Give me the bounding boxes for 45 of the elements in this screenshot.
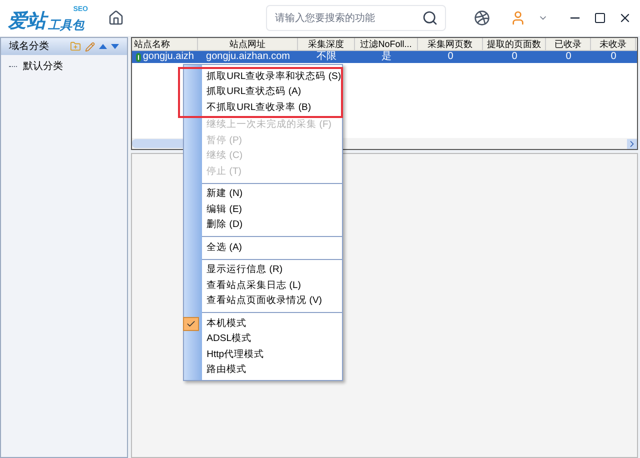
maximize-icon[interactable]: [594, 12, 606, 24]
scroll-right-icon[interactable]: [627, 138, 637, 148]
down-icon[interactable]: [111, 44, 119, 49]
search-icon[interactable]: [422, 10, 438, 26]
menu-item[interactable]: 抓取URL查收录率和状态码 (S): [202, 70, 341, 84]
menu-item[interactable]: Http代理模式: [202, 348, 264, 362]
table-cell: 0: [566, 51, 572, 63]
logo-text: 爱站: [8, 12, 46, 30]
menu-item[interactable]: 路由模式: [202, 363, 247, 378]
up-icon[interactable]: [99, 44, 107, 49]
menu-item[interactable]: 全选 (A): [202, 240, 242, 255]
logo-subtext: 工具包: [48, 18, 84, 30]
column-header[interactable]: 已收录: [546, 38, 591, 50]
menu-item[interactable]: 删除 (D): [202, 218, 242, 232]
table-cell: 0: [512, 51, 518, 63]
table-cell: gongju.aizh: [142, 51, 194, 63]
menu-item[interactable]: 查看站点页面收录情况 (V): [202, 294, 322, 308]
table-cell: 0: [448, 51, 454, 63]
home-icon[interactable]: [108, 10, 124, 26]
column-header[interactable]: 未收录: [591, 38, 636, 50]
column-header[interactable]: 站点名称: [132, 38, 198, 50]
column-header[interactable]: 过滤NoFoll...: [355, 38, 418, 50]
menu-item[interactable]: 本机模式: [202, 316, 247, 331]
column-header[interactable]: 采集深度: [298, 38, 355, 50]
column-header[interactable]: 提取的页面数: [483, 38, 546, 50]
menu-item[interactable]: 显示运行信息 (R): [202, 263, 282, 278]
close-icon[interactable]: [618, 11, 632, 25]
menu-item[interactable]: 查看站点采集日志 (L): [202, 278, 301, 293]
menu-item[interactable]: ADSL模式: [202, 332, 252, 346]
menu-item[interactable]: 新建 (N): [202, 187, 242, 202]
ball-icon[interactable]: [474, 10, 490, 26]
sidebar-title: 域名分类: [9, 40, 50, 54]
menu-item[interactable]: 编辑 (E): [202, 202, 242, 217]
site-icon: [136, 52, 141, 62]
menu-item[interactable]: 不抓取URL查收录率 (B): [202, 100, 311, 115]
table-cell: 是: [382, 51, 392, 63]
table-row[interactable]: gongju.aizh gongju.aizhan.com 不限 是 0 0 0 0: [132, 51, 637, 63]
table-cell: gongju.aizhan.com: [206, 51, 290, 63]
menu-item[interactable]: 抓取URL查状态码 (A): [202, 85, 301, 100]
tree-item[interactable]: 默认分类: [21, 59, 65, 74]
table-cell: 不限: [316, 51, 336, 63]
search-field[interactable]: 请输入您要搜索的功能: [266, 5, 446, 31]
table-cell: 0: [610, 51, 616, 63]
column-header[interactable]: 站点网址: [198, 38, 298, 50]
column-header[interactable]: 采集网页数: [418, 38, 483, 50]
